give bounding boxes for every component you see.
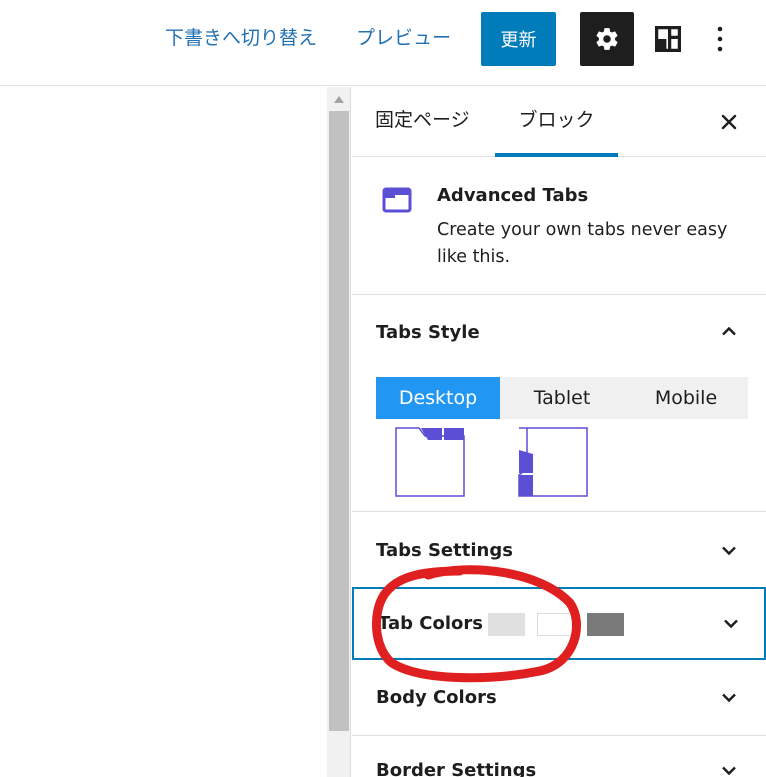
close-sidebar-button[interactable] <box>714 107 744 137</box>
tab-colors-toggle[interactable] <box>720 613 742 635</box>
device-mobile-button[interactable]: Mobile <box>624 377 748 419</box>
tab-page[interactable]: 固定ページ <box>375 87 470 157</box>
tab-block[interactable]: ブロック <box>495 87 618 157</box>
device-tablet-button[interactable]: Tablet <box>500 377 624 419</box>
layout-icon <box>655 26 681 52</box>
tabs-block-icon <box>382 187 412 213</box>
horizontal-tabs-style-option[interactable] <box>395 427 465 497</box>
more-options-button[interactable] <box>702 18 738 60</box>
border-settings-title[interactable]: Border Settings <box>376 760 536 777</box>
body-colors-title[interactable]: Body Colors <box>376 687 497 708</box>
tabs-style-title[interactable]: Tabs Style <box>376 322 480 343</box>
tabs-settings-toggle[interactable] <box>718 540 740 562</box>
triangle-up-icon <box>334 95 344 103</box>
block-title: Advanced Tabs <box>437 185 589 206</box>
update-button[interactable]: 更新 <box>481 12 556 66</box>
body-colors-panel: Body Colors <box>352 661 766 735</box>
block-description: Create your own tabs never easy like thi… <box>437 220 728 267</box>
preview-button[interactable]: プレビュー <box>356 24 451 52</box>
border-settings-toggle[interactable] <box>718 760 740 777</box>
tabs-style-toggle[interactable] <box>718 320 740 342</box>
block-layout-button[interactable] <box>647 18 689 60</box>
border-settings-panel: Border Settings <box>352 736 766 777</box>
gear-icon <box>596 28 618 50</box>
close-icon <box>721 114 737 130</box>
sidebar-tabs: 固定ページ ブロック <box>352 87 766 157</box>
settings-button[interactable] <box>580 12 634 66</box>
chevron-up-icon <box>722 326 736 336</box>
editor-header: 下書きへ切り替え プレビュー 更新 <box>0 0 766 86</box>
device-desktop-button[interactable]: Desktop <box>376 377 500 419</box>
editor-canvas[interactable] <box>0 87 327 777</box>
tab-color-swatch[interactable] <box>587 613 624 636</box>
chevron-down-icon <box>722 766 736 776</box>
more-vertical-icon <box>717 26 723 52</box>
active-tab-indicator <box>495 153 618 157</box>
chevron-down-icon <box>724 619 738 629</box>
chevron-down-icon <box>722 693 736 703</box>
switch-to-draft-button[interactable]: 下書きへ切り替え <box>165 24 317 52</box>
scroll-up-arrow[interactable] <box>327 87 351 111</box>
tabs-settings-panel: Tabs Settings <box>352 513 766 587</box>
chevron-down-icon <box>722 546 736 556</box>
body-colors-toggle[interactable] <box>718 687 740 709</box>
block-card: Advanced Tabs Create your own tabs never… <box>352 158 766 295</box>
tab-color-swatch[interactable] <box>488 613 525 636</box>
tab-block-label: ブロック <box>518 109 595 131</box>
device-switcher: Desktop Tablet Mobile <box>376 377 748 419</box>
editor-screen: 下書きへ切り替え プレビュー 更新 固定ページ ブロック Advanced Ta… <box>0 0 766 777</box>
tab-colors-panel[interactable]: Tab Colors <box>352 587 766 660</box>
tab-color-swatch[interactable] <box>537 613 574 636</box>
settings-sidebar: 固定ページ ブロック Advanced Tabs Create your own… <box>352 87 766 777</box>
editor-scrollbar[interactable] <box>327 87 351 777</box>
tabs-settings-title[interactable]: Tabs Settings <box>376 540 513 561</box>
tab-colors-title[interactable]: Tab Colors <box>378 613 483 634</box>
scrollbar-thumb[interactable] <box>329 111 349 731</box>
vertical-tabs-style-option[interactable] <box>518 427 588 497</box>
